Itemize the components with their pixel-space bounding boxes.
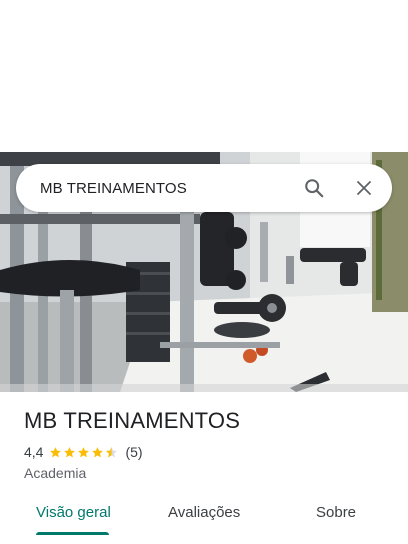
place-title: MB TREINAMENTOS: [24, 408, 241, 433]
star-half-icon: [106, 446, 118, 457]
tab-bar: Visão geral Avaliações Sobre: [0, 500, 408, 544]
map-area-blank: [0, 0, 408, 152]
star-icon: [64, 446, 76, 457]
search-icon[interactable]: [294, 168, 334, 208]
active-tab-indicator: [36, 532, 109, 535]
search-bar[interactable]: MB TREINAMENTOS: [16, 164, 392, 212]
star-icon: [92, 446, 104, 457]
tab-reviews[interactable]: Avaliações: [168, 504, 240, 521]
rating-row[interactable]: 4,4 (5): [24, 444, 143, 460]
place-category: Academia: [24, 465, 87, 481]
review-count[interactable]: (5): [125, 444, 142, 460]
tab-about[interactable]: Sobre: [316, 504, 356, 521]
close-icon[interactable]: [344, 168, 384, 208]
star-icon: [50, 446, 62, 457]
tab-overview[interactable]: Visão geral: [36, 504, 111, 521]
star-icon: [78, 446, 90, 457]
rating-value: 4,4: [24, 444, 44, 460]
search-query[interactable]: MB TREINAMENTOS: [40, 180, 294, 197]
star-rating: [49, 446, 119, 459]
